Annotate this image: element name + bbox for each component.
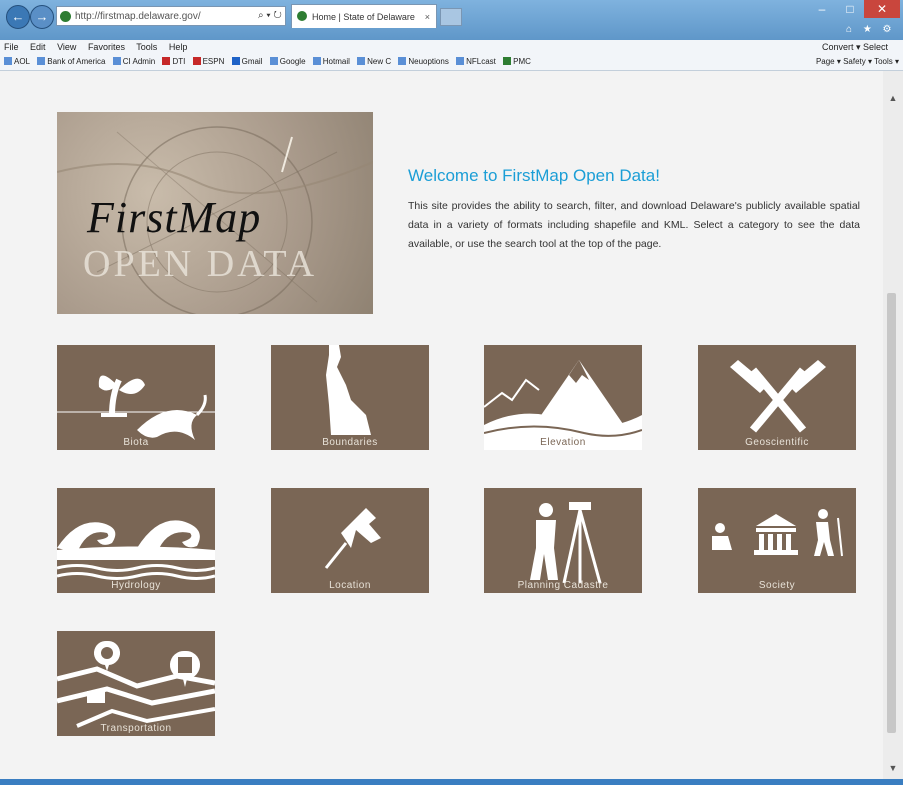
scroll-up-arrow[interactable]: ▲ [883,93,903,103]
category-label: Planning Cadastre [517,580,609,591]
page-icon [398,57,407,65]
category-label: Boundaries [322,437,378,448]
favorite-item[interactable]: NFLcast [456,54,496,70]
scroll-down-arrow[interactable]: ▼ [883,763,903,773]
favorite-item[interactable]: Hotmail [312,54,350,70]
favorite-item[interactable]: AOL [4,54,30,70]
category-label: Geoscientific [745,437,809,448]
favorite-item[interactable]: PMC [503,54,531,70]
tab-close-icon[interactable]: × [425,5,430,28]
new-tab-button[interactable] [440,8,462,26]
back-button[interactable]: ← [6,5,30,29]
site-icon [60,11,71,22]
menu-file[interactable]: File [4,42,19,52]
address-tools[interactable]: ⌕ ▾ ↻ [258,6,282,26]
favorite-item[interactable]: Neuoptions [398,54,449,70]
delaware-map-icon [326,345,371,435]
command-bar[interactable]: Page ▾ Safety ▾ Tools ▾ [811,54,903,70]
category-tile-planning-cadastre[interactable]: Planning Cadastre [484,488,642,593]
category-tile-society[interactable]: Society [698,488,856,593]
page-icon [456,57,465,65]
favorite-item[interactable]: New C [357,54,391,70]
favorite-item[interactable]: Bank of America [37,54,106,70]
window-bottom-border [0,779,903,785]
hammers-icon [730,360,826,433]
favorite-item[interactable]: DTI [162,54,185,70]
category-label: Location [329,580,371,591]
page-content: FirstMap OPEN DATA Welcome to FirstMap O… [0,71,883,779]
category-tile-hydrology[interactable]: Hydrology [57,488,215,593]
forward-button[interactable]: → [30,5,54,29]
mountains-icon [484,360,642,450]
society-icon [712,509,843,557]
espn-icon [192,57,201,65]
welcome-text: This site provides the ability to search… [408,200,860,250]
page-icon [503,57,512,65]
dti-icon [162,57,171,65]
hero-title: FirstMap [87,193,262,242]
plant-fish-icon [57,375,215,440]
scroll-thumb[interactable] [887,293,896,733]
favorites-bar: AOL Bank of America CI Admin DTI ESPN Gm… [0,54,903,71]
menu-tools[interactable]: Tools [136,42,157,52]
category-tile-geoscientific[interactable]: Geoscientific [698,345,856,450]
menu-view[interactable]: View [57,42,76,52]
favorite-item[interactable]: CI Admin [112,54,155,70]
address-bar[interactable]: http://firstmap.delaware.gov/ [56,6,286,26]
waves-icon [57,520,215,580]
browser-titlebar: ← → http://firstmap.delaware.gov/ ⌕ ▾ ↻ … [0,0,903,40]
page-icon [357,57,366,65]
category-tile-elevation[interactable]: Elevation [484,345,642,450]
firstmap-banner: FirstMap OPEN DATA [57,112,373,314]
welcome-heading: Welcome to FirstMap Open Data! [408,166,660,185]
surveyor-icon [530,502,602,584]
browser-tab[interactable]: Home | State of Delaware × [291,4,437,28]
address-text: http://firstmap.delaware.gov/ [75,11,201,22]
favorite-item[interactable]: ESPN [192,54,224,70]
pushpin-icon [324,508,381,569]
convert-select-tools[interactable]: Convert ▾ Select [822,40,888,54]
tab-title: Home | State of Delaware [312,12,415,22]
page-icon [37,57,46,65]
page-icon [269,57,278,65]
maximize-button[interactable]: □ [836,0,864,18]
browser-window: ← → http://firstmap.delaware.gov/ ⌕ ▾ ↻ … [0,0,903,785]
page-icon [312,57,321,65]
category-tile-location[interactable]: Location [271,488,429,593]
page-icon [112,57,121,65]
browser-right-icons[interactable]: ⌂ ★ ⚙ [846,24,896,35]
menu-edit[interactable]: Edit [30,42,46,52]
transit-map-icon [57,640,215,728]
category-tile-biota[interactable]: Biota [57,345,215,450]
gmail-icon [231,57,240,65]
minimize-button[interactable]: – [808,0,836,18]
category-label: Society [758,580,796,591]
category-label: Hydrology [111,580,161,591]
hero-subtitle: OPEN DATA [83,243,318,285]
favorite-item[interactable]: Google [269,54,306,70]
tab-favicon-icon [297,11,307,21]
category-label: Elevation [540,437,586,448]
menu-favorites[interactable]: Favorites [88,42,125,52]
category-tile-boundaries[interactable]: Boundaries [271,345,429,450]
category-label: Transportation [100,723,172,734]
category-tile-transportation[interactable]: Transportation [57,631,215,736]
close-window-button[interactable]: ✕ [864,0,900,18]
vertical-scrollbar[interactable]: ▲ ▼ [883,71,903,779]
favorite-item[interactable]: Gmail [231,54,262,70]
menu-help[interactable]: Help [169,42,188,52]
category-label: Biota [123,437,149,448]
aol-icon [4,57,12,65]
menu-bar: File Edit View Favorites Tools Help Conv… [0,40,903,54]
